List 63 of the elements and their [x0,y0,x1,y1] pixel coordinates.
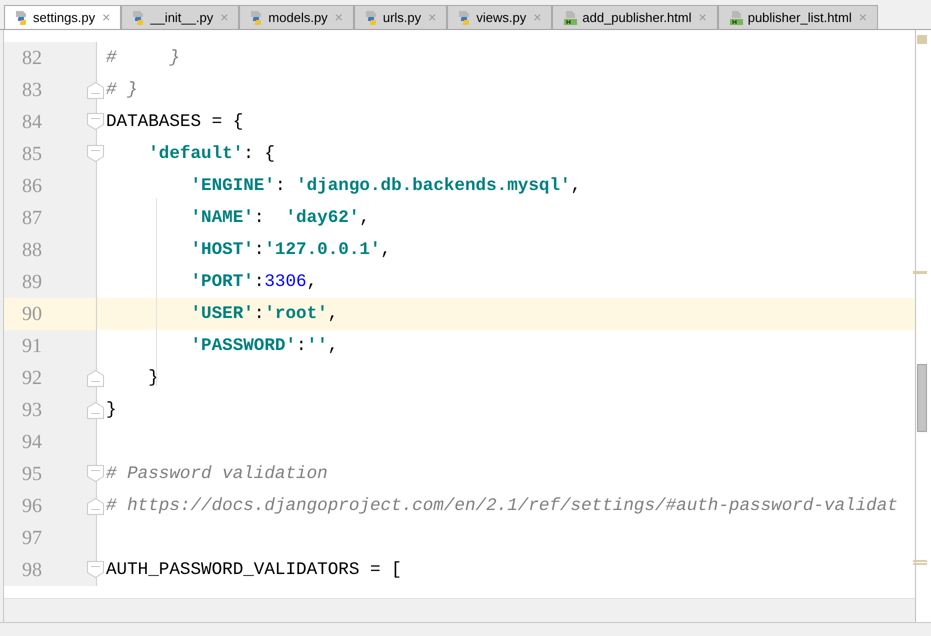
code-line: 'PORT':3306, [189,270,318,294]
editor-tab[interactable]: views.py × [447,5,552,29]
code-line: # } [106,46,180,70]
line-number: 93 [21,398,42,423]
tab-label: models.py [268,8,328,27]
line-number: 88 [21,238,42,263]
tab-label: __init__.py [150,8,214,27]
python-file-icon [15,10,29,26]
editor-tab[interactable]: models.py × [239,5,354,29]
code-line: 'default': { [147,142,275,166]
fold-marker-icon[interactable] [87,498,104,515]
code-line: # https://docs.djangoproject.com/en/2.1/ref/settings/#auth-password-validat [106,494,898,518]
fold-marker-icon[interactable] [87,561,104,578]
code-line: 'HOST':'127.0.0.1', [189,238,392,262]
line-number: 96 [21,494,42,519]
line-number: 98 [21,558,42,583]
code-line: 'ENGINE': 'django.db.backends.mysql', [189,174,582,198]
line-number: 83 [21,78,42,103]
line-number: 85 [21,142,42,167]
line-number: 84 [21,110,42,135]
line-number: 89 [21,270,42,295]
code-line: } [147,366,159,390]
code-line: AUTH_PASSWORD_VALIDATORS = [ [106,558,402,582]
fold-marker-icon[interactable] [87,402,104,419]
editor-tab[interactable]: __init__.py × [121,5,240,29]
editor-tab[interactable]: publisher_list.html × [718,5,878,29]
line-number: 90 [21,302,42,327]
line-number: 86 [21,174,42,199]
code-line: 'USER':'root', [189,302,338,326]
editor-tab[interactable]: settings.py × [4,5,122,29]
line-number: 95 [21,462,42,487]
line-number: 91 [21,334,42,359]
code-line: # Password validation [106,462,328,486]
warning-marker[interactable] [913,271,927,274]
line-number: 87 [21,206,42,231]
warning-marker[interactable] [913,560,927,565]
tab-label: settings.py [33,8,96,27]
fold-marker-icon[interactable] [87,465,104,482]
python-file-icon [364,10,379,26]
html-file-icon [563,10,578,26]
editor-tab[interactable]: add_publisher.html × [552,5,718,29]
code-line: DATABASES = { [106,110,244,134]
code-line: 'PASSWORD':'', [189,334,338,358]
fold-marker-icon[interactable] [87,370,104,387]
line-number: 92 [21,366,42,391]
fold-marker-icon[interactable] [87,113,104,130]
fold-marker-icon[interactable] [87,82,104,99]
line-number: 97 [21,526,42,551]
line-number: 94 [21,430,42,455]
code-line: 'NAME': 'day62', [189,206,370,230]
tab-label: urls.py [382,8,422,27]
warning-marker[interactable] [917,35,927,44]
vertical-scrollbar-thumb[interactable] [917,364,927,432]
tab-label: views.py [476,8,526,27]
code-line: } [106,398,117,422]
tab-label: add_publisher.html [582,8,692,27]
line-number: 82 [21,46,42,71]
html-file-icon [728,10,744,26]
horizontal-scrollbar[interactable] [4,598,915,622]
fold-marker-icon[interactable] [87,145,104,162]
tab-label: publisher_list.html [748,8,852,27]
code-line: # } [106,78,138,102]
editor-tab[interactable]: urls.py × [354,5,448,29]
